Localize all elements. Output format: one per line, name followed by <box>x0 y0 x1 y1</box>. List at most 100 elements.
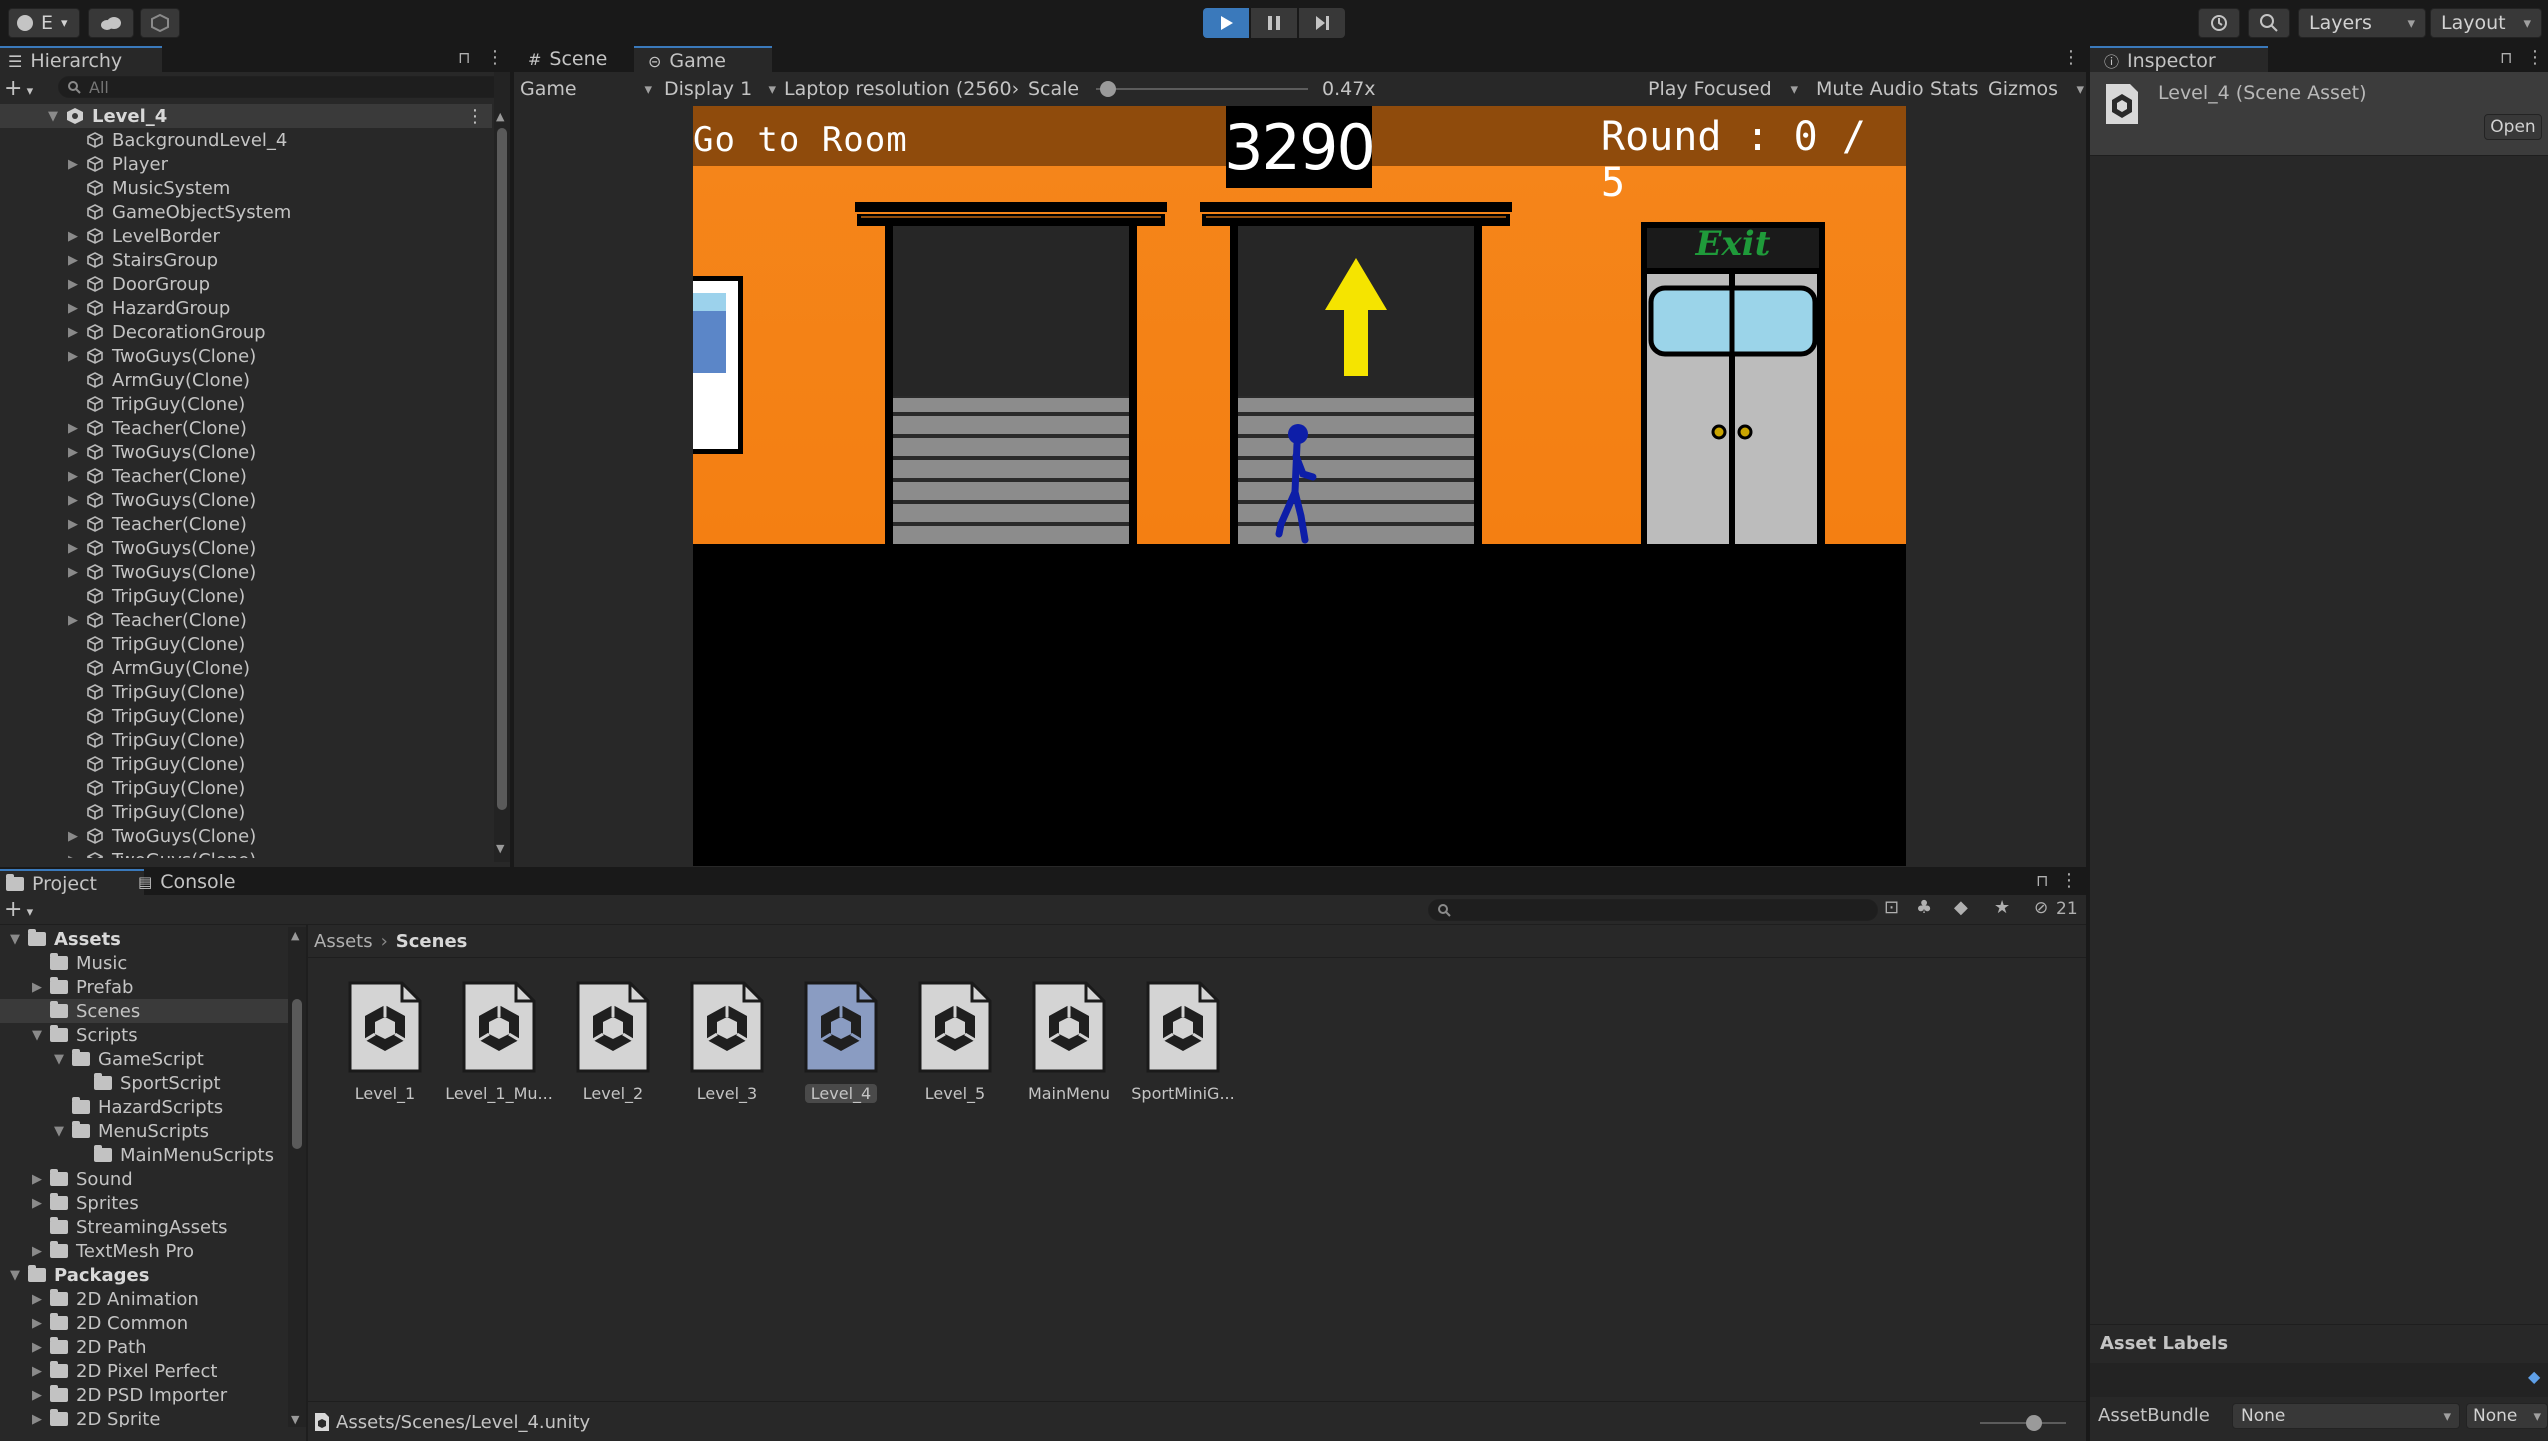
hierarchy-item[interactable]: TripGuy(Clone) <box>0 800 492 824</box>
expand-arrow-icon[interactable]: ▼ <box>8 1268 22 1283</box>
expand-arrow-icon[interactable]: ▶ <box>30 1172 44 1187</box>
folder-tree-item[interactable]: ▶ 2D Common <box>0 1311 288 1335</box>
folder-tree-item[interactable]: ▼ MenuScripts <box>0 1119 288 1143</box>
tab-console[interactable]: ▤ Console <box>124 869 276 895</box>
expand-arrow-icon[interactable]: ▶ <box>66 325 80 340</box>
more-menu-icon[interactable]: ⋮ <box>2062 47 2080 68</box>
mute-audio-toggle[interactable]: Mute Audio <box>1816 74 1924 104</box>
hierarchy-item[interactable]: ▶ Teacher(Clone) <box>0 608 492 632</box>
scene-more-icon[interactable]: ⋮ <box>466 106 484 127</box>
display-dropdown[interactable]: Display 1 <box>664 74 776 104</box>
player-stickman[interactable] <box>1273 422 1323 544</box>
expand-arrow-icon[interactable]: ▶ <box>66 445 80 460</box>
folder-tree-item[interactable]: ▶ Sprites <box>0 1191 288 1215</box>
hierarchy-item[interactable]: TripGuy(Clone) <box>0 632 492 656</box>
expand-arrow-icon[interactable]: ▶ <box>30 1244 44 1259</box>
tab-hierarchy[interactable]: ☰ Hierarchy <box>0 46 162 74</box>
exit-door[interactable] <box>1641 222 1825 544</box>
hierarchy-item[interactable]: ▶ TwoGuys(Clone) <box>0 488 492 512</box>
tag-icon[interactable]: ◆ <box>2528 1367 2540 1386</box>
hierarchy-item[interactable]: ArmGuy(Clone) <box>0 656 492 680</box>
hierarchy-item[interactable]: ▶ TwoGuys(Clone) <box>0 560 492 584</box>
folder-tree-item[interactable]: Music <box>0 951 288 975</box>
hierarchy-item[interactable]: ▶ Teacher(Clone) <box>0 416 492 440</box>
play-focused-dropdown[interactable]: Play Focused <box>1648 74 1798 104</box>
gizmos-dropdown[interactable]: Gizmos <box>1988 74 2084 104</box>
hierarchy-scrollbar[interactable]: ▲ ▼ <box>494 72 510 862</box>
expand-arrow-icon[interactable]: ▶ <box>66 613 80 628</box>
layers-dropdown[interactable]: Layers <box>2298 8 2426 38</box>
favorites-star-icon[interactable]: ★ <box>1994 897 2010 918</box>
search-by-type-icon[interactable]: ⊡ <box>1884 897 1899 918</box>
folder-tree-item[interactable]: ▼ GameScript <box>0 1047 288 1071</box>
scale-slider-thumb[interactable] <box>1099 81 1116 97</box>
hierarchy-item[interactable]: ▶ TwoGuys(Clone) <box>0 536 492 560</box>
hierarchy-item[interactable]: ArmGuy(Clone) <box>0 368 492 392</box>
play-button[interactable] <box>1203 8 1249 38</box>
folder-tree-item[interactable]: ▶ 2D PSD Importer <box>0 1383 288 1407</box>
expand-arrow-icon[interactable]: ▶ <box>66 829 80 844</box>
scene-asset-tile[interactable]: Level_1 <box>330 979 440 1103</box>
expand-arrow-icon[interactable]: ▶ <box>30 1364 44 1379</box>
scroll-down-icon[interactable]: ▼ <box>496 842 504 855</box>
scene-asset-tile[interactable]: Level_4 <box>786 979 896 1104</box>
resolution-dropdown[interactable]: Laptop resolution (2560› <box>784 74 1018 104</box>
game-canvas[interactable]: Go to Room 3290 Round : 0 / 5 Exit <box>693 106 1906 866</box>
filter-by-label-icon[interactable]: ◆ <box>1954 897 1968 918</box>
breadcrumb-scenes[interactable]: Scenes <box>396 931 468 952</box>
expand-arrow-icon[interactable]: ▶ <box>30 1412 44 1427</box>
hierarchy-item[interactable]: MusicSystem <box>0 176 492 200</box>
expand-arrow-icon[interactable]: ▶ <box>66 493 80 508</box>
filter-by-type-icon[interactable]: ♣ <box>1916 897 1932 918</box>
expand-arrow-icon[interactable]: ▼ <box>46 109 60 124</box>
expand-arrow-icon[interactable]: ▶ <box>30 980 44 995</box>
hierarchy-search-field[interactable] <box>58 76 504 98</box>
hidden-packages-icon[interactable]: ⊘ <box>2034 898 2048 918</box>
hierarchy-item[interactable]: TripGuy(Clone) <box>0 752 492 776</box>
lock-icon[interactable]: ⊓ <box>458 48 470 67</box>
hierarchy-item[interactable]: TripGuy(Clone) <box>0 728 492 752</box>
lock-icon[interactable]: ⊓ <box>2500 48 2512 67</box>
scale-slider[interactable] <box>1096 81 1308 97</box>
scroll-down-icon[interactable]: ▼ <box>291 1413 299 1426</box>
project-search-field[interactable] <box>1428 899 1878 921</box>
collab-button[interactable] <box>140 8 180 38</box>
folder-tree-item[interactable]: ▶ 2D Pixel Perfect <box>0 1359 288 1383</box>
folder-tree-item[interactable]: ▶ 2D Sprite <box>0 1407 288 1428</box>
more-menu-icon[interactable]: ⋮ <box>2060 870 2078 891</box>
expand-arrow-icon[interactable]: ▶ <box>66 157 80 172</box>
scene-asset-tile[interactable]: Level_5 <box>900 979 1010 1103</box>
folder-tree-item[interactable]: StreamingAssets <box>0 1215 288 1239</box>
hierarchy-item[interactable]: BackgroundLevel_4 <box>0 128 492 152</box>
scroll-thumb[interactable] <box>292 999 302 1149</box>
hierarchy-scene-row[interactable]: ▼ Level_4 ⋮ <box>0 104 492 128</box>
folder-tree-item[interactable]: ▶ 2D Path <box>0 1335 288 1359</box>
hierarchy-item[interactable]: ▶ Player <box>0 152 492 176</box>
expand-arrow-icon[interactable]: ▼ <box>52 1052 66 1067</box>
create-button[interactable]: + ▾ <box>4 897 33 922</box>
hierarchy-item[interactable]: ▶ Teacher(Clone) <box>0 512 492 536</box>
expand-arrow-icon[interactable]: ▶ <box>30 1340 44 1355</box>
hierarchy-item[interactable]: ▶ TwoGuys(Clone) <box>0 848 492 858</box>
assetbundle-dropdown[interactable]: None <box>2232 1403 2460 1429</box>
expand-arrow-icon[interactable]: ▶ <box>66 277 80 292</box>
folder-tree-item[interactable]: ▶ Sound <box>0 1167 288 1191</box>
expand-arrow-icon[interactable]: ▶ <box>66 541 80 556</box>
hierarchy-item[interactable]: ▶ Teacher(Clone) <box>0 464 492 488</box>
folder-tree-item[interactable]: ▼ Scripts <box>0 1023 288 1047</box>
expand-arrow-icon[interactable]: ▶ <box>66 469 80 484</box>
hierarchy-item[interactable]: ▶ TwoGuys(Clone) <box>0 824 492 848</box>
expand-arrow-icon[interactable]: ▶ <box>66 421 80 436</box>
expand-arrow-icon[interactable]: ▶ <box>30 1316 44 1331</box>
icon-size-slider[interactable] <box>1980 1415 2066 1431</box>
expand-arrow-icon[interactable]: ▶ <box>66 565 80 580</box>
hierarchy-item[interactable]: TripGuy(Clone) <box>0 776 492 800</box>
hierarchy-item[interactable]: ▶ TwoGuys(Clone) <box>0 344 492 368</box>
scene-asset-tile[interactable]: Level_2 <box>558 979 668 1103</box>
hierarchy-item[interactable]: ▶ StairsGroup <box>0 248 492 272</box>
view-mode-dropdown[interactable]: Game <box>520 74 652 104</box>
folder-tree-item[interactable]: ▼ Assets <box>0 927 288 951</box>
hierarchy-item[interactable]: ▶ DoorGroup <box>0 272 492 296</box>
folder-tree-item[interactable]: SportScript <box>0 1071 288 1095</box>
tab-inspector[interactable]: ⓘ Inspector <box>2090 46 2268 74</box>
